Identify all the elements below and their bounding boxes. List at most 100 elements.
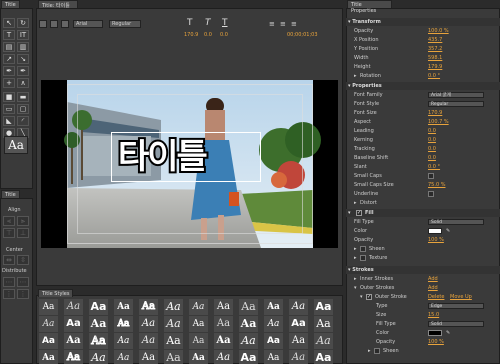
sheen-expand-icon[interactable]: ▸: [354, 245, 357, 253]
timecode[interactable]: 00;00;01;03: [287, 32, 318, 38]
texture-checkbox[interactable]: [360, 255, 366, 261]
move-up-link[interactable]: Move Up: [450, 293, 472, 301]
clipped-rectangle-tool[interactable]: ▬: [17, 92, 29, 102]
title-style-swatch[interactable]: Aa: [89, 350, 108, 364]
title-text[interactable]: 타이틀: [116, 135, 210, 179]
title-style-swatch[interactable]: Aa: [289, 316, 308, 332]
title-style-swatch[interactable]: Aa: [239, 316, 258, 332]
title-styles-tab[interactable]: Title Styles: [38, 289, 74, 297]
template-icon[interactable]: [61, 20, 69, 28]
sheen-checkbox[interactable]: [360, 246, 366, 252]
fill-type-select[interactable]: Solid: [428, 219, 484, 225]
convert-anchor-tool[interactable]: ∧: [17, 78, 29, 88]
baseline-shift-value[interactable]: 0.0: [428, 154, 436, 162]
title-style-swatch[interactable]: Aa: [189, 316, 208, 332]
kerning-value[interactable]: 0.0: [204, 32, 212, 38]
y-position-value[interactable]: 357.2: [428, 45, 442, 53]
distribute-4-button[interactable]: ⋮: [17, 289, 29, 299]
area-type-tool[interactable]: ▤: [3, 42, 15, 52]
stroke-sheen-expand-icon[interactable]: ▸: [368, 347, 371, 355]
fill-opacity-value[interactable]: 100 %: [428, 236, 444, 244]
center-vertical-button[interactable]: ⇳: [17, 255, 29, 265]
delete-anchor-tool[interactable]: ✒: [17, 66, 29, 76]
title-style-swatch[interactable]: Aa: [214, 316, 233, 332]
title-style-swatch[interactable]: Aa: [164, 299, 183, 315]
roll-crawl-icon[interactable]: [50, 20, 58, 28]
outer-stroke-checkbox[interactable]: ✓: [366, 294, 372, 300]
tools-tab[interactable]: Title: [1, 0, 20, 8]
slant-value[interactable]: 0.0 °: [428, 163, 440, 171]
stroke-fill-type-select[interactable]: Solid: [428, 321, 484, 327]
align-top-button[interactable]: ⊤: [3, 228, 15, 238]
distribute-3-button[interactable]: ⋮: [3, 289, 15, 299]
title-style-swatch[interactable]: Aa: [64, 350, 83, 364]
title-style-swatch[interactable]: Aa: [114, 316, 133, 332]
rounded-corner-tool[interactable]: ▢: [17, 104, 29, 114]
small-caps-size-value[interactable]: 75.0 %: [428, 181, 445, 189]
title-style-swatch[interactable]: Aa: [189, 350, 208, 364]
texture-expand-icon[interactable]: ▸: [354, 254, 357, 262]
vertical-type-tool[interactable]: IT: [17, 30, 29, 40]
title-style-swatch[interactable]: Aa: [164, 333, 183, 349]
title-style-swatch[interactable]: Aa: [89, 316, 108, 332]
vertical-area-type-tool[interactable]: ▥: [17, 42, 29, 52]
x-position-value[interactable]: 435.7: [428, 36, 442, 44]
title-text-box[interactable]: 타이틀: [111, 132, 261, 182]
font-family-select[interactable]: Arial 굵게: [428, 92, 484, 98]
distort-expand-icon[interactable]: ▸: [354, 199, 357, 207]
rectangle-tool[interactable]: ■: [3, 92, 15, 102]
stroke-type-select[interactable]: Edge: [428, 303, 484, 309]
new-title-icon[interactable]: [39, 20, 47, 28]
font-family-dropdown[interactable]: Arial: [73, 20, 103, 28]
title-style-swatch[interactable]: Aa: [114, 333, 133, 349]
opacity-value[interactable]: 100.0 %: [428, 27, 449, 35]
title-style-swatch[interactable]: Aa: [264, 350, 283, 364]
width-value[interactable]: 598.1: [428, 54, 442, 62]
stroke-color-swatch[interactable]: [428, 330, 442, 336]
inner-strokes-expand-icon[interactable]: ▸: [354, 275, 357, 283]
underline-icon[interactable]: T: [222, 18, 228, 28]
title-style-swatch[interactable]: Aa: [39, 316, 58, 332]
vertical-path-type-tool[interactable]: ↘: [17, 54, 29, 64]
title-style-swatch[interactable]: Aa: [164, 350, 183, 364]
outer-strokes-expand-icon[interactable]: ▾: [354, 284, 357, 292]
title-style-swatch[interactable]: Aa: [239, 333, 258, 349]
title-style-swatch[interactable]: Aa: [64, 299, 83, 315]
title-style-swatch[interactable]: Aa: [189, 333, 208, 349]
title-style-swatch[interactable]: Aa: [39, 299, 58, 315]
align-bottom-button[interactable]: ⊥: [17, 228, 29, 238]
title-style-swatch[interactable]: Aa: [314, 299, 333, 315]
arc-tool[interactable]: ◜: [17, 116, 29, 126]
add-anchor-tool[interactable]: +: [3, 78, 15, 88]
title-style-swatch[interactable]: Aa: [214, 299, 233, 315]
text-size-icon[interactable]: T: [187, 18, 193, 28]
transform-section[interactable]: ▾ Transform: [346, 18, 500, 26]
title-style-swatch[interactable]: Aa: [39, 350, 58, 364]
align-left-button[interactable]: ⫷: [3, 216, 15, 226]
align-right-text-icon[interactable]: ≡: [291, 20, 297, 28]
leading-value[interactable]: 0.0: [428, 127, 436, 135]
title-style-swatch[interactable]: Aa: [264, 333, 283, 349]
rotation-tool[interactable]: ↻: [17, 18, 29, 28]
title-style-swatch[interactable]: Aa: [189, 299, 208, 315]
wedge-tool[interactable]: ◣: [3, 116, 15, 126]
pen-tool[interactable]: ✒: [3, 66, 15, 76]
fill-color-swatch[interactable]: [428, 228, 442, 234]
align-tab[interactable]: Title: [1, 190, 20, 198]
title-style-swatch[interactable]: Aa: [139, 350, 158, 364]
inner-strokes-add-link[interactable]: Add: [428, 275, 438, 283]
small-caps-checkbox[interactable]: [428, 173, 434, 179]
leading-value[interactable]: 0.0: [220, 32, 228, 38]
title-style-swatch[interactable]: Aa: [89, 333, 108, 349]
kerning-value[interactable]: 0.0: [428, 136, 436, 144]
font-style-select[interactable]: Regular: [428, 101, 484, 107]
underline-checkbox[interactable]: [428, 191, 434, 197]
distribute-2-button[interactable]: ⋯: [17, 277, 29, 287]
fill-section[interactable]: ▾ ✓ Fill: [346, 209, 500, 217]
aspect-value[interactable]: 100.7 %: [428, 118, 449, 126]
title-style-swatch[interactable]: Aa: [314, 316, 333, 332]
stroke-size-value[interactable]: 15.0: [428, 311, 439, 319]
font-style-dropdown[interactable]: Regular: [109, 20, 141, 28]
rotation-expand-icon[interactable]: ▸: [354, 72, 357, 80]
outer-strokes-add-link[interactable]: Add: [428, 284, 438, 292]
